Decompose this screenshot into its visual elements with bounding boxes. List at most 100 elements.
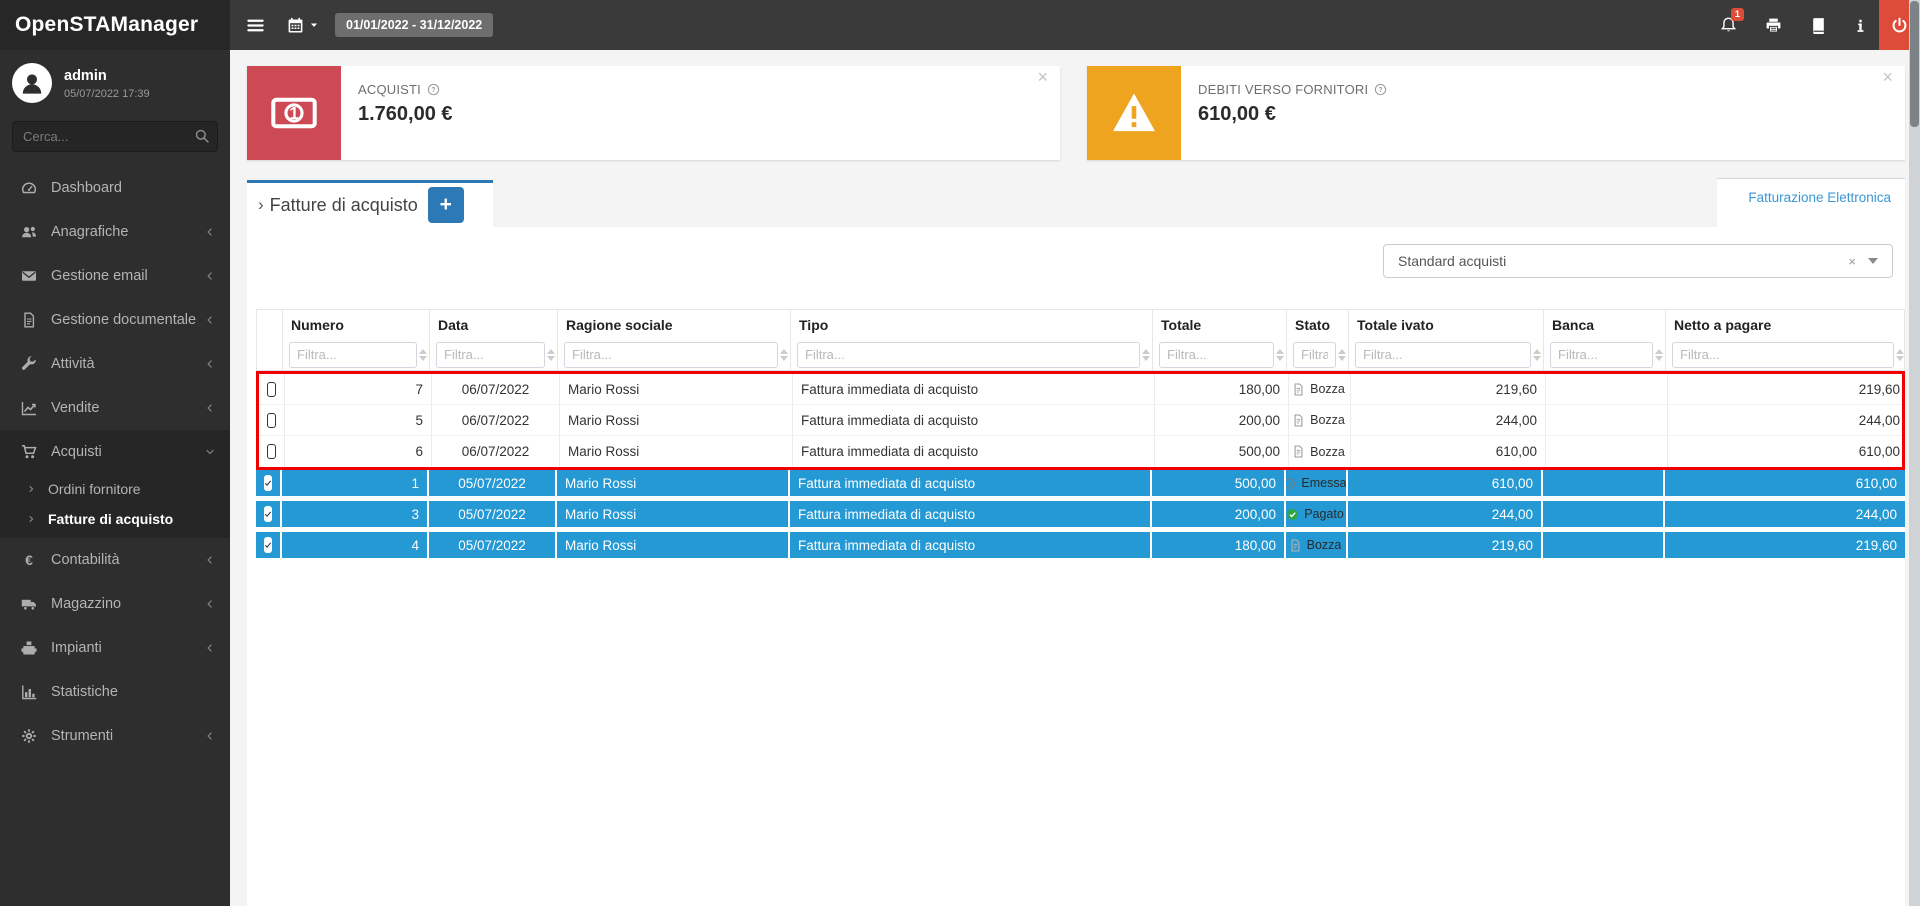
card-debiti-value: 610,00 € — [1198, 103, 1905, 126]
chevron-left-icon — [204, 730, 216, 742]
sidebar-item-ordini-fornitore[interactable]: Ordini fornitore — [0, 474, 230, 504]
svg-text:?: ? — [431, 87, 435, 94]
money-bill-icon: 1 — [247, 66, 341, 160]
sidebar-item-attivita[interactable]: Attività — [0, 342, 230, 386]
column-header-totale-ivato[interactable]: Totale ivato — [1349, 310, 1544, 339]
sort-carets-icon[interactable] — [1142, 349, 1150, 361]
clear-select-icon[interactable]: × — [1836, 254, 1868, 269]
sidebar-item-contabilita[interactable]: €Contabilità — [0, 538, 230, 582]
sidebar-item-vendite[interactable]: Vendite — [0, 386, 230, 430]
file-icon — [1289, 539, 1302, 552]
add-invoice-button[interactable]: + — [428, 187, 464, 223]
sidebar-item-strumenti[interactable]: Strumenti — [0, 714, 230, 758]
view-select[interactable]: Standard acquisti × — [1383, 244, 1893, 278]
checkbox-unchecked[interactable] — [267, 444, 276, 459]
cell-data: 05/07/2022 — [429, 501, 557, 527]
column-header-netto-a-pagare[interactable]: Netto a pagare — [1666, 310, 1906, 339]
filter-input-netto-a-pagare[interactable] — [1672, 342, 1894, 368]
tab-fatturazione-elettronica[interactable]: Fatturazione Elettronica — [1717, 178, 1905, 227]
column-header-stato[interactable]: Stato — [1287, 310, 1349, 339]
sidebar-item-gestione-documentale[interactable]: Gestione documentale — [0, 298, 230, 342]
sidebar-item-label: Anagrafiche — [51, 224, 204, 240]
sidebar-item-statistiche[interactable]: Statistiche — [0, 670, 230, 714]
sidebar-item-acquisti[interactable]: Acquisti — [0, 430, 230, 474]
card-close-button[interactable]: × — [1882, 68, 1893, 86]
filter-input-banca[interactable] — [1550, 342, 1653, 368]
date-range-badge[interactable]: 01/01/2022 - 31/12/2022 — [335, 13, 493, 37]
scrollbar-thumb[interactable] — [1910, 1, 1919, 127]
topbar: 01/01/2022 - 31/12/2022 1 — [230, 0, 1920, 50]
table-row[interactable]: 305/07/2022Mario RossiFattura immediata … — [256, 501, 1905, 532]
chevron-right-icon — [26, 514, 36, 524]
filter-input-stato[interactable] — [1293, 342, 1336, 368]
filter-input-numero[interactable] — [289, 342, 417, 368]
status-label: Bozza — [1310, 445, 1345, 459]
chevron-left-icon — [204, 598, 216, 610]
checkbox-checked[interactable] — [264, 475, 272, 491]
svg-text:1: 1 — [289, 103, 299, 123]
filter-input-totale[interactable] — [1159, 342, 1274, 368]
cell-totale: 200,00 — [1155, 405, 1289, 435]
table-row[interactable]: 506/07/2022Mario RossiFattura immediata … — [259, 405, 1902, 436]
sidebar-item-fatture-di-acquisto[interactable]: Fatture di acquisto — [0, 504, 230, 534]
question-circle-icon[interactable]: ? — [427, 83, 440, 96]
checkbox-unchecked[interactable] — [267, 382, 276, 397]
sort-carets-icon[interactable] — [1338, 349, 1346, 361]
invoices-table: NumeroDataRagione socialeTipoTotaleStato… — [256, 309, 1905, 563]
column-header-totale[interactable]: Totale — [1153, 310, 1287, 339]
cart-icon — [20, 444, 37, 460]
calendar-picker[interactable] — [287, 17, 319, 34]
docs-button[interactable] — [1796, 0, 1841, 50]
question-circle-icon[interactable]: ? — [1374, 83, 1387, 96]
app-logo: OpenSTAManager — [0, 0, 230, 50]
sort-carets-icon[interactable] — [1276, 349, 1284, 361]
file-icon — [1292, 414, 1305, 427]
filter-input-tipo[interactable] — [797, 342, 1140, 368]
info-button[interactable] — [1841, 0, 1879, 50]
sort-carets-icon[interactable] — [780, 349, 788, 361]
filter-input-totale-ivato[interactable] — [1355, 342, 1531, 368]
sidebar-item-impianti[interactable]: Impianti — [0, 626, 230, 670]
search-input[interactable] — [12, 121, 218, 152]
cell-ragione-sociale: Mario Rossi — [557, 501, 790, 527]
table-row[interactable]: 105/07/2022Mario RossiFattura immediata … — [256, 470, 1905, 501]
sort-carets-icon[interactable] — [1533, 349, 1541, 361]
sidebar-item-anagrafiche[interactable]: Anagrafiche — [0, 210, 230, 254]
print-button[interactable] — [1751, 0, 1796, 50]
tab-fatture-di-acquisto[interactable]: › Fatture di acquisto + — [247, 180, 493, 227]
sidebar-menu: Dashboard Anagrafiche Gestione email Gestio… — [0, 166, 230, 758]
sidebar-item-dashboard[interactable]: Dashboard — [0, 166, 230, 210]
cell-banca — [1546, 405, 1668, 435]
checkbox-unchecked[interactable] — [267, 413, 276, 428]
table-row[interactable]: 706/07/2022Mario RossiFattura immediata … — [259, 374, 1902, 405]
sidebar-item-gestione-email[interactable]: Gestione email — [0, 254, 230, 298]
table-head: NumeroDataRagione socialeTipoTotaleStato… — [256, 309, 1905, 371]
page-title: Fatture di acquisto — [270, 195, 418, 216]
sort-carets-icon[interactable] — [1655, 349, 1663, 361]
sort-carets-icon[interactable] — [1896, 349, 1904, 361]
sort-carets-icon[interactable] — [547, 349, 555, 361]
sort-carets-icon[interactable] — [419, 349, 427, 361]
column-header-data[interactable]: Data — [430, 310, 558, 339]
checkbox-checked[interactable] — [264, 537, 272, 553]
hamburger-menu-icon[interactable] — [246, 16, 265, 35]
calendar-icon — [287, 17, 304, 34]
cell-totale-ivato: 610,00 — [1351, 436, 1546, 467]
column-header-numero[interactable]: Numero — [283, 310, 430, 339]
sidebar-search — [12, 121, 218, 152]
checkbox-checked[interactable] — [264, 506, 272, 522]
column-header-tipo[interactable]: Tipo — [791, 310, 1153, 339]
column-header-banca[interactable]: Banca — [1544, 310, 1666, 339]
table-row[interactable]: 606/07/2022Mario RossiFattura immediata … — [259, 436, 1902, 467]
cell-numero: 1 — [282, 470, 429, 496]
filter-input-data[interactable] — [436, 342, 545, 368]
filter-input-ragione-sociale[interactable] — [564, 342, 778, 368]
chevron-left-icon — [204, 226, 216, 238]
column-header-ragione-sociale[interactable]: Ragione sociale — [558, 310, 791, 339]
notifications-button[interactable]: 1 — [1706, 0, 1751, 50]
search-icon[interactable] — [194, 128, 210, 144]
card-close-button[interactable]: × — [1037, 68, 1048, 86]
sidebar-item-label: Gestione email — [51, 268, 204, 284]
sidebar-item-magazzino[interactable]: Magazzino — [0, 582, 230, 626]
table-row[interactable]: 405/07/2022Mario RossiFattura immediata … — [256, 532, 1905, 563]
